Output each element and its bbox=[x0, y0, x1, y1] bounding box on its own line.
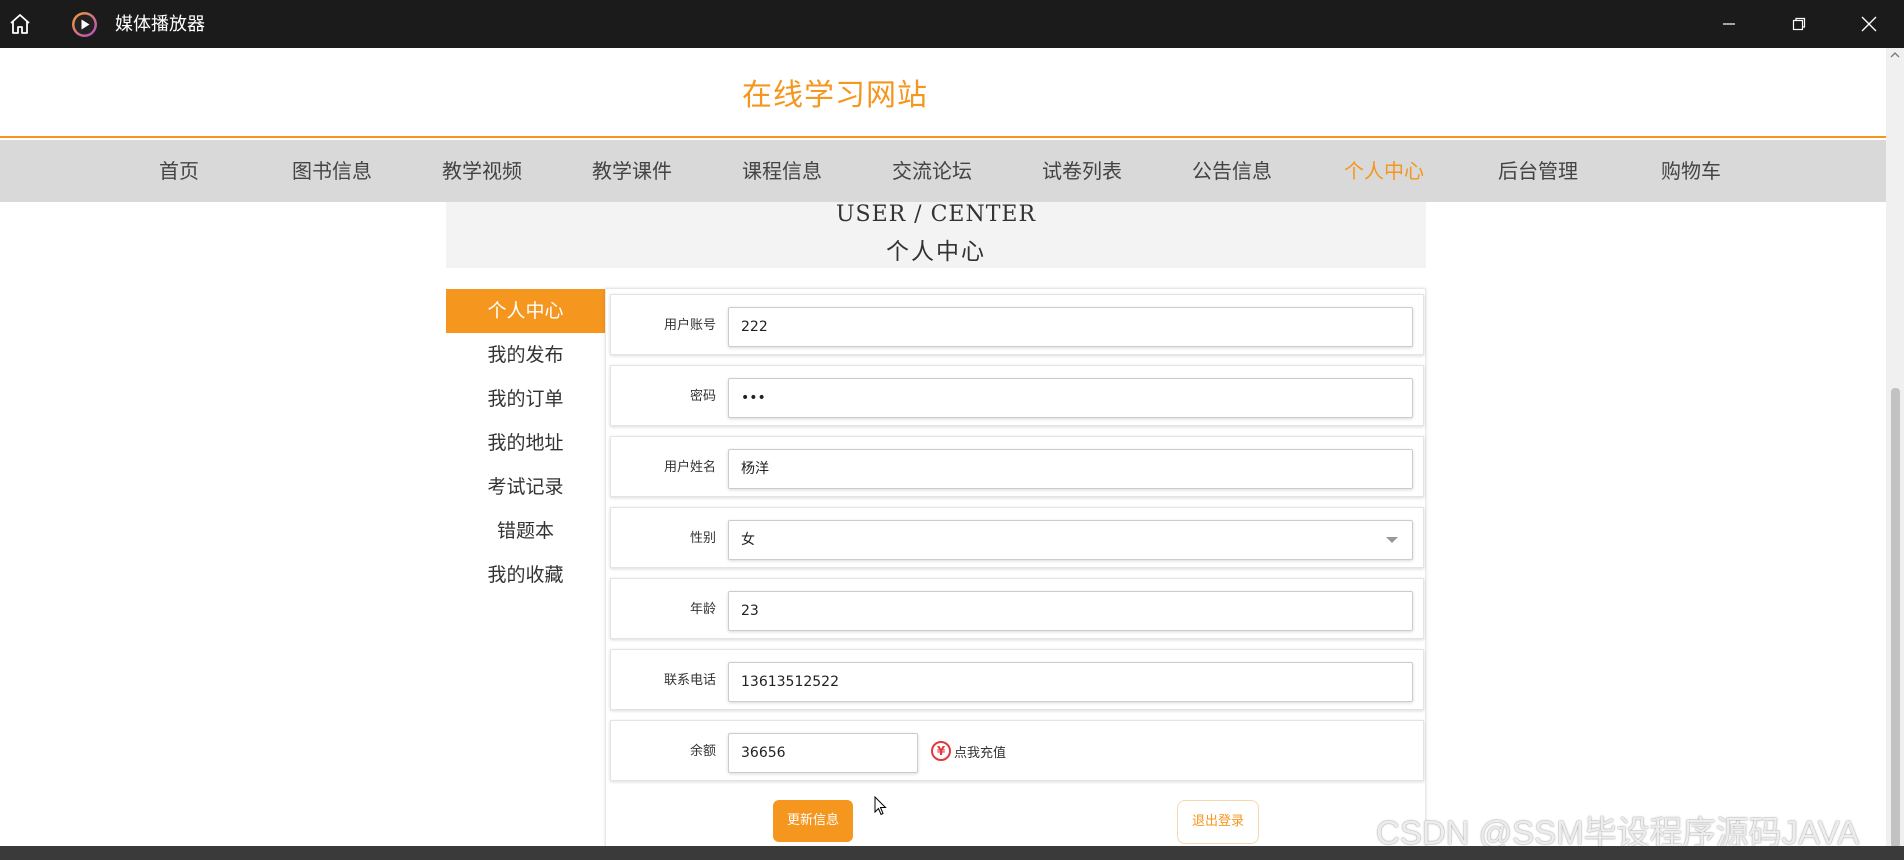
minimize-button[interactable] bbox=[1694, 0, 1764, 48]
site-title: 在线学习网站 bbox=[742, 78, 928, 113]
home-button[interactable] bbox=[0, 0, 40, 48]
close-icon bbox=[1861, 16, 1877, 32]
account-label: 用户账号 bbox=[663, 318, 716, 333]
nav-item-courseware[interactable]: 教学课件 bbox=[567, 140, 697, 202]
profile-form: 用户账号 222 密码 ••• 用户姓名 杨洋 性别 女 年龄 23 联系电话 … bbox=[605, 288, 1426, 846]
gender-select[interactable]: 女 bbox=[728, 520, 1413, 560]
nav-item-admin[interactable]: 后台管理 bbox=[1473, 140, 1603, 202]
nav-item-videos[interactable]: 教学视频 bbox=[417, 140, 547, 202]
nav-item-home[interactable]: 首页 bbox=[114, 140, 244, 202]
recharge-label: 点我充值 bbox=[954, 745, 1007, 761]
sidebar-item-user-center[interactable]: 个人中心 bbox=[446, 289, 605, 333]
form-row-phone: 联系电话 13613512522 bbox=[610, 649, 1424, 710]
balance-input[interactable]: 36656 bbox=[728, 733, 918, 773]
scrollbar-thumb[interactable] bbox=[1891, 388, 1900, 848]
nav-item-exams[interactable]: 试卷列表 bbox=[1017, 140, 1147, 202]
nav-item-notices[interactable]: 公告信息 bbox=[1167, 140, 1297, 202]
form-row-gender: 性别 女 bbox=[610, 507, 1424, 568]
phone-input[interactable]: 13613512522 bbox=[728, 662, 1413, 702]
sidebar-item-favorites[interactable]: 我的收藏 bbox=[446, 553, 605, 597]
close-button[interactable] bbox=[1834, 0, 1904, 48]
nav-item-forum[interactable]: 交流论坛 bbox=[867, 140, 997, 202]
restore-icon bbox=[1792, 17, 1806, 31]
account-input[interactable]: 222 bbox=[728, 307, 1413, 347]
password-label: 密码 bbox=[689, 389, 716, 404]
user-sidebar: 个人中心 我的发布 我的订单 我的地址 考试记录 错题本 我的收藏 bbox=[446, 289, 605, 846]
home-icon bbox=[10, 14, 30, 34]
mouse-cursor-icon bbox=[874, 796, 887, 816]
section-title-en: USER / CENTER bbox=[835, 202, 1037, 227]
update-info-button[interactable]: 更新信息 bbox=[773, 800, 853, 842]
watermark: CSDN @SSM毕设程序源码JAVA bbox=[1376, 814, 1860, 846]
sidebar-item-my-posts[interactable]: 我的发布 bbox=[446, 333, 605, 377]
form-row-password: 密码 ••• bbox=[610, 365, 1424, 426]
page-viewport: 在线学习网站 首页 图书信息 教学视频 教学课件 课程信息 交流论坛 试卷列表 … bbox=[0, 48, 1886, 846]
nav-item-user-center[interactable]: 个人中心 bbox=[1319, 140, 1449, 202]
sidebar-item-mistakes[interactable]: 错题本 bbox=[446, 509, 605, 553]
form-row-age: 年龄 23 bbox=[610, 578, 1424, 639]
password-input[interactable]: ••• bbox=[728, 378, 1413, 418]
bottom-bar bbox=[0, 846, 1904, 860]
nav-item-books[interactable]: 图书信息 bbox=[267, 140, 397, 202]
media-player-app-icon bbox=[71, 11, 98, 38]
minimize-icon bbox=[1723, 23, 1735, 25]
restore-button[interactable] bbox=[1764, 0, 1834, 48]
logout-button[interactable]: 退出登录 bbox=[1177, 800, 1259, 844]
main-nav: 首页 图书信息 教学视频 教学课件 课程信息 交流论坛 试卷列表 公告信息 个人… bbox=[0, 140, 1886, 202]
window-titlebar: 媒体播放器 bbox=[0, 0, 1904, 48]
form-row-account: 用户账号 222 bbox=[610, 294, 1424, 355]
phone-label: 联系电话 bbox=[663, 673, 716, 688]
scroll-up-arrow-icon[interactable] bbox=[1890, 50, 1900, 60]
nav-item-cart[interactable]: 购物车 bbox=[1626, 140, 1756, 202]
gender-selected-value: 女 bbox=[741, 532, 755, 548]
section-title-cn: 个人中心 bbox=[886, 239, 986, 265]
nav-item-courses[interactable]: 课程信息 bbox=[717, 140, 847, 202]
sidebar-item-exam-records[interactable]: 考试记录 bbox=[446, 465, 605, 509]
window-controls bbox=[1694, 0, 1904, 48]
age-input[interactable]: 23 bbox=[728, 591, 1413, 631]
sidebar-item-my-address[interactable]: 我的地址 bbox=[446, 421, 605, 465]
yen-icon: ¥ bbox=[931, 741, 951, 761]
section-heading: USER / CENTER 个人中心 bbox=[446, 202, 1426, 268]
form-row-balance: 余额 36656 ¥ 点我充值 bbox=[610, 720, 1424, 781]
balance-label: 余额 bbox=[689, 744, 716, 759]
age-label: 年龄 bbox=[689, 602, 716, 617]
name-input[interactable]: 杨洋 bbox=[728, 449, 1413, 489]
chevron-down-icon bbox=[1386, 537, 1398, 543]
sidebar-item-my-orders[interactable]: 我的订单 bbox=[446, 377, 605, 421]
form-row-name: 用户姓名 杨洋 bbox=[610, 436, 1424, 497]
page-scrollbar[interactable] bbox=[1886, 48, 1904, 848]
recharge-link[interactable]: ¥ 点我充值 bbox=[931, 739, 1006, 763]
gender-label: 性别 bbox=[689, 531, 716, 546]
window-title: 媒体播放器 bbox=[115, 14, 205, 35]
name-label: 用户姓名 bbox=[663, 460, 716, 475]
site-header: 在线学习网站 bbox=[0, 48, 1886, 138]
